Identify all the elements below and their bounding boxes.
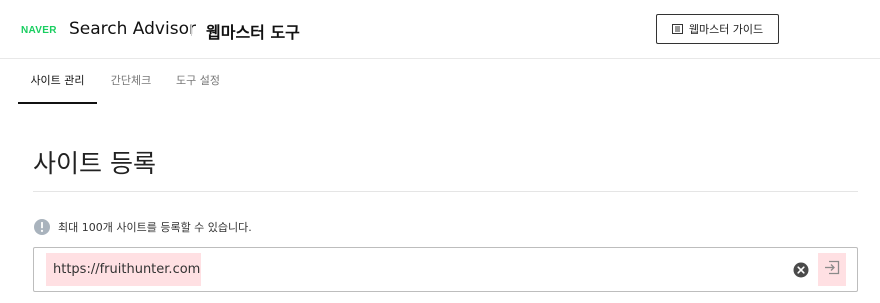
tab-site-management[interactable]: 사이트 관리 [18, 59, 97, 104]
naver-logo[interactable]: NAVER [21, 25, 57, 36]
document-list-icon [671, 24, 683, 34]
page-title: 사이트 등록 [33, 149, 156, 178]
webmaster-guide-button[interactable]: 웹마스터 가이드 [656, 14, 779, 44]
tool-title[interactable]: 웹마스터 도구 [206, 19, 300, 43]
guide-button-label: 웹마스터 가이드 [688, 23, 764, 36]
top-header: NAVER Search Advisor 웹마스터 도구 웹마스터 가이드 [0, 0, 880, 59]
info-icon [33, 218, 51, 236]
title-divider [33, 191, 858, 192]
header-separator [191, 24, 192, 36]
site-limit-notice: 최대 100개 사이트를 등록할 수 있습니다. [33, 218, 252, 236]
tab-bar: 사이트 관리 간단체크 도구 설정 [0, 59, 880, 104]
site-url-input[interactable] [46, 253, 201, 286]
tab-quick-check[interactable]: 간단체크 [103, 59, 159, 104]
notice-text: 최대 100개 사이트를 등록할 수 있습니다. [58, 221, 252, 234]
clear-icon[interactable] [793, 262, 809, 278]
product-name[interactable]: Search Advisor [69, 19, 196, 39]
site-url-field [33, 247, 858, 292]
submit-arrow-icon [824, 260, 840, 279]
tab-tool-settings[interactable]: 도구 설정 [168, 59, 228, 104]
submit-button[interactable] [818, 253, 846, 286]
